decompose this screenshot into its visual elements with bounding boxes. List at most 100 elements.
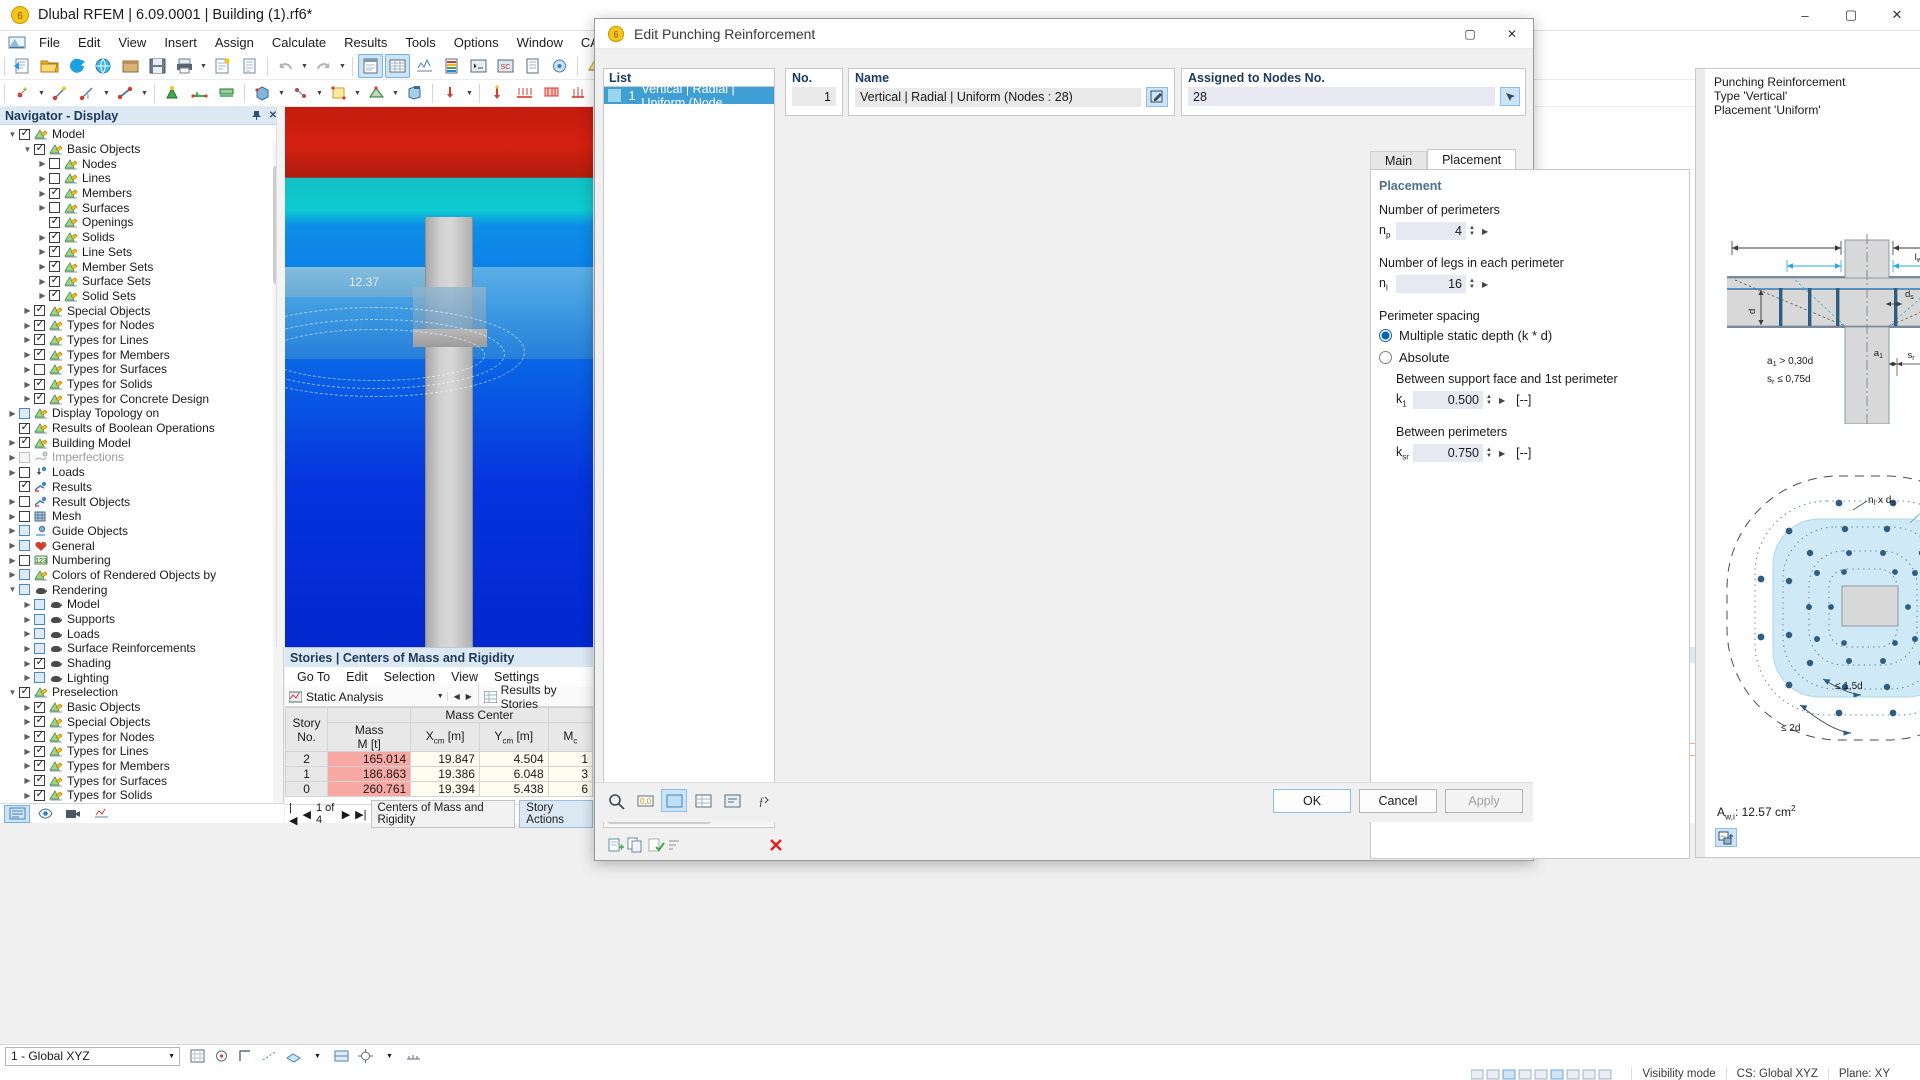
navigator-item-mesh[interactable]: ▶ Mesh	[0, 509, 283, 524]
chevron-right-icon[interactable]: ▶	[21, 644, 34, 653]
navigator-item-checkbox[interactable]	[49, 186, 60, 199]
list-empty-area[interactable]	[604, 104, 774, 804]
free-load-icon[interactable]	[566, 81, 591, 105]
menu-assign[interactable]: Assign	[206, 33, 263, 52]
navigator-item-general[interactable]: ▶ General	[0, 538, 283, 553]
new-item-icon[interactable]	[607, 835, 625, 855]
globe-marker-icon[interactable]	[547, 54, 572, 78]
legs-stepper[interactable]: ▲ ▼	[1469, 278, 1475, 290]
new-node-icon[interactable]	[10, 81, 35, 105]
navigator-item-checkbox[interactable]	[19, 584, 30, 596]
cell-mass[interactable]: 186.863	[327, 766, 412, 782]
values-icon[interactable]: 0,0	[632, 789, 658, 812]
list-item[interactable]: 1 Vertical | Radial | Uniform (Node	[604, 82, 774, 110]
line-dropdown-arrow-icon[interactable]: ▼	[101, 81, 112, 105]
navigator-item-checkbox[interactable]	[19, 421, 30, 434]
menu-view[interactable]: View	[109, 33, 155, 52]
navigator-item-checkbox[interactable]	[49, 244, 60, 258]
navigator-item-checkbox[interactable]	[34, 303, 45, 317]
page-last-icon[interactable]: ▶|	[355, 808, 366, 821]
chevron-right-icon[interactable]: ▶	[36, 203, 49, 212]
table-icon[interactable]	[690, 789, 716, 812]
navigator-item-checkbox[interactable]	[49, 172, 60, 184]
chevron-right-icon[interactable]: ▶	[6, 512, 19, 521]
table-prev-icon[interactable]: ◀	[452, 692, 462, 701]
navigator-item-checkbox[interactable]	[19, 407, 30, 419]
chevron-right-icon[interactable]: ▶	[36, 189, 49, 198]
chevron-right-icon[interactable]: ▶	[6, 570, 19, 579]
chevron-right-icon[interactable]: ▶	[21, 600, 34, 609]
navigator-item-checkbox[interactable]	[19, 569, 30, 581]
navigator-item-basic-objects[interactable]: ▼ Basic Objects	[0, 142, 283, 157]
navigator-item-checkbox[interactable]	[19, 127, 30, 140]
radio-absolute-row[interactable]: Absolute	[1379, 350, 1689, 365]
chevron-right-icon[interactable]: ▶	[36, 291, 49, 300]
chevron-right-icon[interactable]: ▶	[21, 394, 34, 403]
navigator-item-types-for-solids[interactable]: ▶ Types for Solids	[0, 788, 283, 803]
navigator-item-checkbox[interactable]	[34, 628, 45, 640]
navigator-item-surface-reinforcements[interactable]: ▶ Surface Reinforcements	[0, 641, 283, 656]
printout-report-icon[interactable]	[210, 54, 235, 78]
navigator-item-types-for-nodes[interactable]: ▶ Types for Nodes	[0, 729, 283, 744]
chevron-down-icon[interactable]: ▼	[6, 585, 19, 594]
new-model-icon[interactable]	[10, 54, 35, 78]
archive-icon[interactable]	[118, 54, 143, 78]
navigator-item-checkbox[interactable]	[34, 758, 45, 772]
work-plane-icon[interactable]	[282, 1046, 305, 1066]
table-menu-goto[interactable]: Go To	[289, 669, 338, 685]
analysis-combo-chevron-down-icon[interactable]: ▼	[437, 693, 447, 700]
navigator-pin-icon[interactable]	[249, 109, 263, 123]
print-dropdown-arrow-icon[interactable]: ▼	[198, 54, 209, 78]
chevron-right-icon[interactable]: ▶	[6, 497, 19, 506]
navigator-item-surfaces[interactable]: ▶ Surfaces	[0, 200, 283, 215]
undo-dropdown-arrow-icon[interactable]: ▼	[299, 54, 310, 78]
navigator-item-checkbox[interactable]	[49, 259, 60, 273]
navigator-item-checkbox[interactable]	[34, 613, 45, 625]
node-dropdown-arrow-icon[interactable]: ▼	[36, 81, 47, 105]
pencil-box-icon[interactable]	[1146, 87, 1168, 107]
navigator-item-checkbox[interactable]	[19, 685, 30, 698]
render-mode-icon[interactable]	[330, 1046, 353, 1066]
navigator-item-line-sets[interactable]: ▶ Line Sets	[0, 244, 283, 260]
navigator-item-checkbox[interactable]	[34, 318, 45, 331]
new-line-icon[interactable]	[48, 81, 73, 105]
coordinate-system-combo[interactable]: 1 - Global XYZ ▼	[5, 1046, 180, 1066]
navigator-item-openings[interactable]: Openings	[0, 215, 283, 230]
navigator-item-shading[interactable]: ▶ Shading	[0, 656, 283, 671]
chevron-right-icon[interactable]: ▶	[36, 277, 49, 286]
navigator-item-building-model[interactable]: ▶ Building Model	[0, 435, 283, 450]
navigator-item-model[interactable]: ▶ Model	[0, 597, 283, 612]
maximize-button[interactable]: ▢	[1828, 0, 1874, 31]
k1-input[interactable]: 0.500	[1413, 391, 1483, 409]
navigator-display-tab-icon[interactable]	[4, 804, 30, 823]
perimeters-stepper[interactable]: ▲ ▼	[1469, 225, 1475, 237]
chevron-right-icon[interactable]: ▶	[21, 380, 34, 389]
chevron-right-icon[interactable]: ▶	[21, 791, 34, 800]
page-next-icon[interactable]: ▶	[342, 808, 350, 821]
table-menu-edit[interactable]: Edit	[338, 669, 376, 685]
navigator-item-nodes[interactable]: ▶ Nodes	[0, 156, 283, 171]
chevron-right-icon[interactable]: ▶	[21, 659, 34, 668]
navigator-camera-tab-icon[interactable]	[60, 805, 86, 823]
navigator-item-types-for-lines[interactable]: ▶ Types for Lines	[0, 332, 283, 348]
navigator-item-rendering[interactable]: ▼ Rendering	[0, 582, 283, 597]
chevron-down-icon[interactable]: ▼	[21, 145, 34, 154]
navigator-item-checkbox[interactable]	[34, 347, 45, 361]
line-load-icon[interactable]	[512, 81, 537, 105]
new-surface-icon[interactable]	[326, 81, 351, 105]
snap-grid-icon[interactable]	[186, 1046, 209, 1066]
viewport-vertical-scrollbar[interactable]	[276, 107, 285, 647]
display-settings-icon[interactable]	[354, 1046, 377, 1066]
chevron-right-icon[interactable]: ▶	[36, 233, 49, 242]
chevron-right-icon[interactable]: ▶	[21, 321, 34, 330]
menu-results[interactable]: Results	[335, 33, 396, 52]
print-icon[interactable]	[172, 54, 197, 78]
navigator-item-types-for-members[interactable]: ▶ Types for Members	[0, 347, 283, 362]
chevron-right-icon[interactable]: ▶	[21, 703, 34, 712]
measure-icon[interactable]	[402, 1046, 425, 1066]
navigator-item-checkbox[interactable]	[19, 540, 30, 552]
navigator-item-types-for-nodes[interactable]: ▶ Types for Nodes	[0, 318, 283, 333]
cell-xcm[interactable]: 19.386	[410, 766, 480, 782]
navigator-item-checkbox[interactable]	[34, 363, 45, 375]
view-icon[interactable]	[661, 789, 687, 812]
